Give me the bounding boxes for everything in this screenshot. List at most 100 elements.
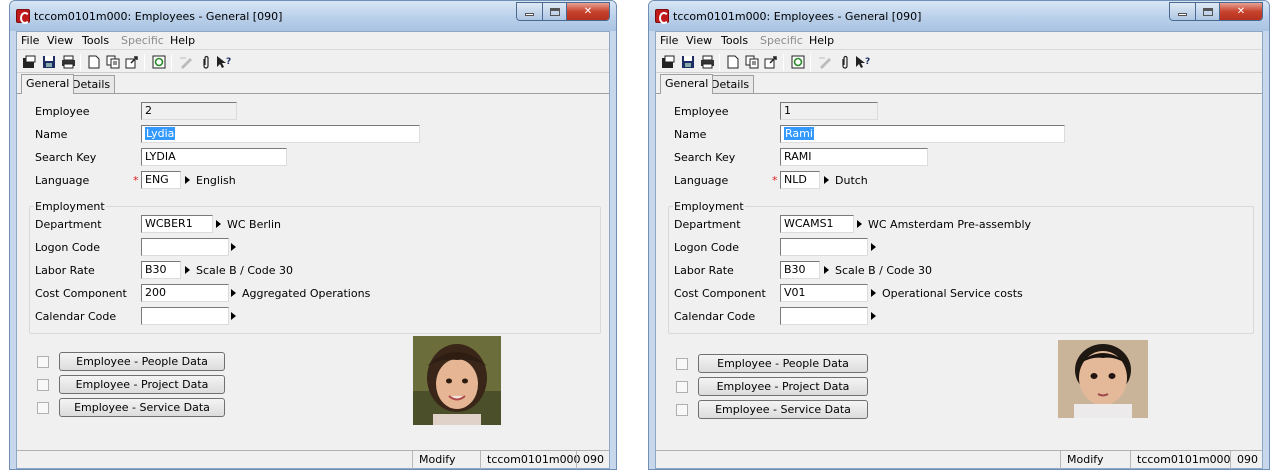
menu-view[interactable]: View — [686, 34, 712, 47]
toolbar-separator — [810, 54, 811, 71]
zoom-arrow-icon[interactable] — [231, 312, 236, 320]
print-icon[interactable] — [60, 54, 76, 70]
project-data-button[interactable]: Employee - Project Data — [59, 375, 225, 394]
zoom-arrow-icon[interactable] — [824, 176, 829, 184]
print-icon[interactable] — [699, 54, 715, 70]
language-field[interactable]: NLD — [780, 171, 820, 189]
people-data-button[interactable]: Employee - People Data — [59, 352, 225, 371]
title-bar[interactable]: tccom0101m000: Employees - General [090]… — [649, 1, 1269, 31]
zoom-arrow-icon[interactable] — [231, 243, 236, 251]
zoom-arrow-icon[interactable] — [871, 243, 876, 251]
name-value: Rami — [784, 127, 814, 140]
copy-icon[interactable] — [105, 54, 121, 70]
calendar-code-label: Calendar Code — [674, 310, 756, 323]
menu-file[interactable]: File — [21, 34, 39, 47]
help-pointer-icon[interactable]: ? — [216, 54, 232, 70]
text-icon[interactable] — [178, 54, 194, 70]
menu-view[interactable]: View — [47, 34, 73, 47]
labor-rate-label: Labor Rate — [35, 264, 95, 277]
labor-rate-field[interactable]: B30 — [780, 261, 820, 279]
close-button[interactable]: ✕ — [1220, 3, 1262, 20]
app-icon[interactable] — [655, 9, 669, 24]
service-data-button[interactable]: Employee - Service Data — [59, 398, 225, 417]
tab-general[interactable]: General — [21, 74, 75, 94]
people-data-button[interactable]: Employee - People Data — [698, 354, 868, 373]
save-icon[interactable] — [680, 54, 696, 70]
menu-specific[interactable]: Specific — [121, 34, 164, 47]
cost-component-field[interactable]: 200 — [141, 284, 229, 302]
new-document-icon[interactable] — [86, 54, 102, 70]
refresh-icon[interactable] — [151, 54, 167, 70]
project-data-checkbox[interactable] — [37, 379, 49, 391]
service-data-checkbox[interactable] — [676, 404, 688, 416]
minimize-button[interactable] — [1170, 3, 1196, 20]
copy-icon[interactable] — [744, 54, 760, 70]
language-field[interactable]: ENG — [141, 171, 181, 189]
status-mode: Modify — [412, 451, 480, 469]
close-button[interactable]: ✕ — [567, 3, 609, 20]
toolbar-separator — [144, 54, 145, 71]
service-data-checkbox[interactable] — [37, 402, 49, 414]
people-data-checkbox[interactable] — [676, 358, 688, 370]
calendar-code-field[interactable] — [141, 307, 229, 325]
logon-code-field[interactable] — [141, 238, 229, 256]
minimize-button[interactable] — [517, 3, 543, 20]
refresh-icon[interactable] — [790, 54, 806, 70]
export-icon[interactable] — [763, 54, 779, 70]
attachment-icon[interactable] — [198, 54, 214, 70]
maximize-button[interactable] — [1196, 3, 1220, 20]
menu-file[interactable]: File — [660, 34, 678, 47]
menu-tools[interactable]: Tools — [82, 34, 109, 47]
service-data-button[interactable]: Employee - Service Data — [698, 400, 868, 419]
new-record-icon[interactable] — [21, 54, 37, 70]
zoom-arrow-icon[interactable] — [824, 266, 829, 274]
calendar-code-field[interactable] — [780, 307, 868, 325]
app-icon[interactable] — [16, 9, 30, 24]
department-field[interactable]: WCAMS1 — [780, 215, 854, 233]
project-data-button[interactable]: Employee - Project Data — [698, 377, 868, 396]
title-bar[interactable]: tccom0101m000: Employees - General [090]… — [10, 1, 616, 31]
client-area: File View Tools Specific Help ? General … — [16, 31, 610, 469]
project-data-checkbox[interactable] — [676, 381, 688, 393]
text-icon[interactable] — [817, 54, 833, 70]
export-icon[interactable] — [124, 54, 140, 70]
zoom-arrow-icon[interactable] — [185, 266, 190, 274]
department-label: Department — [35, 218, 102, 231]
logon-code-field[interactable] — [780, 238, 868, 256]
people-data-checkbox[interactable] — [37, 356, 49, 368]
employment-group-title: Employment — [34, 200, 106, 213]
department-field[interactable]: WCBER1 — [141, 215, 213, 233]
menu-help[interactable]: Help — [170, 34, 195, 47]
department-label: Department — [674, 218, 741, 231]
tab-general[interactable]: General — [660, 74, 714, 94]
help-pointer-icon[interactable]: ? — [855, 54, 871, 70]
cost-component-field[interactable]: V01 — [780, 284, 868, 302]
name-field[interactable]: Lydia — [141, 125, 420, 143]
attachment-icon[interactable] — [837, 54, 853, 70]
new-record-icon[interactable] — [660, 54, 676, 70]
language-label: Language — [674, 174, 729, 187]
labor-rate-label: Labor Rate — [674, 264, 734, 277]
zoom-arrow-icon[interactable] — [216, 220, 221, 228]
menu-specific[interactable]: Specific — [760, 34, 803, 47]
search-key-field[interactable]: RAMI — [780, 148, 928, 166]
status-company: 090 — [576, 451, 612, 469]
status-session: tccom0101m000 — [480, 451, 581, 469]
name-field[interactable]: Rami — [780, 125, 1065, 143]
zoom-arrow-icon[interactable] — [231, 289, 236, 297]
menu-help[interactable]: Help — [809, 34, 834, 47]
maximize-button[interactable] — [543, 3, 567, 20]
labor-rate-field[interactable]: B30 — [141, 261, 181, 279]
menu-bar: File View Tools Specific Help — [656, 32, 1262, 50]
new-document-icon[interactable] — [725, 54, 741, 70]
cost-component-label: Cost Component — [674, 287, 766, 300]
zoom-arrow-icon[interactable] — [185, 176, 190, 184]
zoom-arrow-icon[interactable] — [871, 312, 876, 320]
menu-tools[interactable]: Tools — [721, 34, 748, 47]
name-value: Lydia — [145, 127, 176, 140]
employee-field: 1 — [780, 102, 878, 120]
zoom-arrow-icon[interactable] — [857, 220, 862, 228]
zoom-arrow-icon[interactable] — [871, 289, 876, 297]
search-key-field[interactable]: LYDIA — [141, 148, 287, 166]
save-icon[interactable] — [41, 54, 57, 70]
